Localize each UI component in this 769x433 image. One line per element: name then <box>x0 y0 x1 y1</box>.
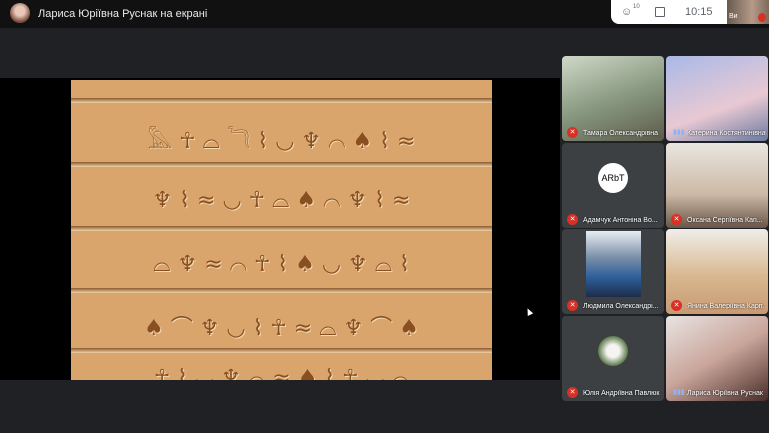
participant-name: Адамчук Антоніна Во... <box>583 217 658 224</box>
participants-count: 10 <box>633 4 640 10</box>
participant-avatar <box>598 336 628 366</box>
mic-off-icon: ✕ <box>567 214 578 225</box>
participant-name: Людмила Олександрі... <box>583 303 659 310</box>
shared-screen-hieroglyphs: 𓅓 ☥ ⌓ 𓆓 ⌇ ◡ ♆ ⌒ ♠ ⌇ ≈ ♆ ⌇ ≈ ◡ ☥ ⌓ ♠ ⌒ ♆ … <box>71 80 492 380</box>
mic-off-icon: ✕ <box>567 300 578 311</box>
participant-tile[interactable]: ▮▮▮ Лариса Юріївна Руснак <box>666 316 768 401</box>
mic-off-icon <box>758 13 766 22</box>
info-panel: ☺ 10 10:15 <box>611 0 727 24</box>
participant-name: Лариса Юріївна Руснак <box>687 390 763 397</box>
chat-icon[interactable] <box>655 7 665 17</box>
presenter-avatar <box>10 3 30 23</box>
mic-off-icon: ✕ <box>567 387 578 398</box>
participant-name: Тамара Олександрівна <box>583 130 659 137</box>
participant-name: Юлія Андріївна Павлюк <box>583 390 660 397</box>
participant-name: Катерина Костянтинівна <box>687 130 765 137</box>
people-button[interactable]: ☺ 10 <box>621 4 640 18</box>
participant-tile[interactable]: ✕ Янина Валеріївна Карп... <box>666 229 768 314</box>
participant-tile[interactable]: ✕ Тамара Олександрівна <box>562 56 664 141</box>
participant-tile[interactable]: ✕ Оксана Сергіївна Кап... <box>666 143 768 228</box>
participant-tile[interactable]: ✕ Юлія Андріївна Павлюк <box>562 316 664 401</box>
speaking-indicator-icon: ▮▮▮ <box>673 129 685 136</box>
self-label: Ви <box>729 13 738 20</box>
presenter-title: Лариса Юріївна Руснак на екрані <box>38 8 208 20</box>
participant-name: Оксана Сергіївна Кап... <box>687 217 763 224</box>
mic-off-icon: ✕ <box>671 300 682 311</box>
speaking-indicator-icon: ▮▮▮ <box>673 389 685 396</box>
self-view[interactable]: Ви <box>727 0 769 24</box>
participant-tile[interactable]: ✕ Людмила Олександрі... <box>562 229 664 314</box>
participant-avatar: ARbT <box>598 163 628 193</box>
mic-off-icon: ✕ <box>567 127 578 138</box>
mic-off-icon: ✕ <box>671 214 682 225</box>
participant-tile[interactable]: ARbT ✕ Адамчук Антоніна Во... <box>562 143 664 228</box>
participant-tile[interactable]: ▮▮▮ Катерина Костянтинівна <box>666 56 768 141</box>
participant-name: Янина Валеріївна Карп... <box>687 303 765 310</box>
participant-video <box>586 231 641 297</box>
clock: 10:15 <box>685 6 713 18</box>
